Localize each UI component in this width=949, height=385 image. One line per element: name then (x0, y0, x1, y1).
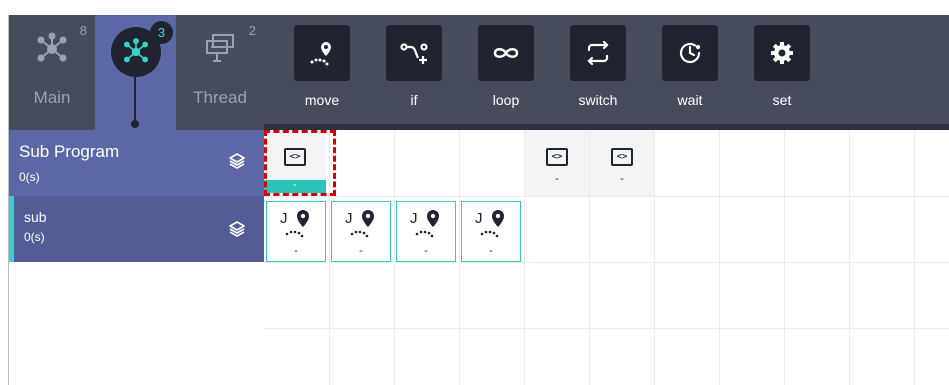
grid-line (264, 262, 949, 263)
left-panel: 8 Main 3 2 Thread Sub Program 0(s) sub 0… (9, 15, 264, 385)
node-command-value: - (620, 173, 624, 185)
wait-tool[interactable]: wait (662, 25, 718, 108)
tab-main-count: 8 (79, 23, 87, 38)
node-command[interactable]: <> - (526, 130, 588, 193)
joint-move-icon: J (409, 209, 445, 248)
node-command-value: - (555, 173, 559, 185)
joint-move-value: - (489, 245, 493, 257)
tab-thread-count: 2 (248, 23, 256, 38)
joint-move-icon: J (344, 209, 380, 248)
sub-program-count: 0(s) (19, 170, 40, 184)
branch-add-icon (386, 25, 442, 81)
program-tabs: 8 Main 3 2 Thread (9, 15, 264, 130)
joint-move-value: - (359, 245, 363, 257)
grid-line (719, 130, 720, 385)
grid-line (394, 130, 395, 385)
set-tool-label: set (772, 92, 792, 108)
tab-sub-count-badge: 3 (150, 21, 173, 44)
joint-move-command[interactable]: J - (396, 201, 456, 262)
tab-thread[interactable]: 2 Thread (176, 15, 264, 130)
sub-program-title: Sub Program (19, 142, 120, 161)
sub-program-header[interactable]: Sub Program 0(s) (9, 130, 264, 196)
grid-line (524, 130, 525, 385)
sub-item-count: 0(s) (24, 230, 45, 244)
joint-move-value: - (294, 245, 298, 257)
sub-list-item[interactable]: sub 0(s) (9, 196, 264, 262)
move-pin-icon (294, 25, 350, 81)
tab-indicator-line (134, 77, 136, 122)
grid-line (459, 130, 460, 385)
timeline-grid[interactable]: <> - <> - <> - J - J - J - J - (264, 130, 949, 385)
tab-thread-label: Thread (193, 88, 247, 107)
command-toolbar: move if loop switch wait set (264, 15, 949, 130)
grid-line (914, 130, 915, 385)
loop-tool[interactable]: loop (478, 25, 534, 108)
joint-move-icon: J (279, 209, 315, 248)
set-tool[interactable]: set (754, 25, 810, 108)
gear-icon (754, 25, 810, 81)
tab-indicator-dot (131, 120, 139, 128)
joint-move-command[interactable]: J - (266, 201, 326, 262)
sub-item-name: sub (24, 209, 47, 225)
loop-tool-label: loop (492, 92, 520, 108)
joint-move-command[interactable]: J - (461, 201, 521, 262)
grid-line (264, 328, 949, 329)
joint-letter: J (475, 210, 483, 227)
move-tool-label: move (304, 92, 340, 108)
if-tool[interactable]: if (386, 25, 442, 108)
joint-move-command[interactable]: J - (331, 201, 391, 262)
if-tool-label: if (410, 92, 418, 108)
network-icon (34, 31, 70, 72)
tab-main[interactable]: 8 Main (9, 15, 95, 130)
layers-icon[interactable] (228, 152, 246, 175)
clock-timer-icon (662, 25, 718, 81)
grid-line (264, 196, 949, 197)
move-tool[interactable]: move (294, 25, 350, 108)
switch-arrows-icon (570, 25, 626, 81)
infinity-loop-icon (478, 25, 534, 81)
joint-letter: J (410, 210, 418, 227)
grid-line (654, 130, 655, 385)
grid-line (784, 130, 785, 385)
switch-tool-label: switch (578, 92, 618, 108)
joint-letter: J (345, 210, 353, 227)
code-node-icon: <> (611, 148, 633, 166)
joint-letter: J (280, 210, 288, 227)
layers-icon[interactable] (228, 220, 246, 243)
grid-line (589, 130, 590, 385)
thread-icon (203, 31, 237, 70)
tab-sub-program[interactable]: 3 (95, 15, 176, 130)
selection-highlight (264, 130, 336, 196)
grid-line (849, 130, 850, 385)
joint-move-icon: J (474, 209, 510, 248)
editor-frame: 8 Main 3 2 Thread Sub Program 0(s) sub 0… (8, 15, 949, 385)
node-command[interactable]: <> - (591, 130, 653, 193)
switch-tool[interactable]: switch (570, 25, 626, 108)
code-node-icon: <> (546, 148, 568, 166)
wait-tool-label: wait (677, 92, 703, 108)
tab-main-label: Main (33, 88, 71, 107)
joint-move-value: - (424, 245, 428, 257)
